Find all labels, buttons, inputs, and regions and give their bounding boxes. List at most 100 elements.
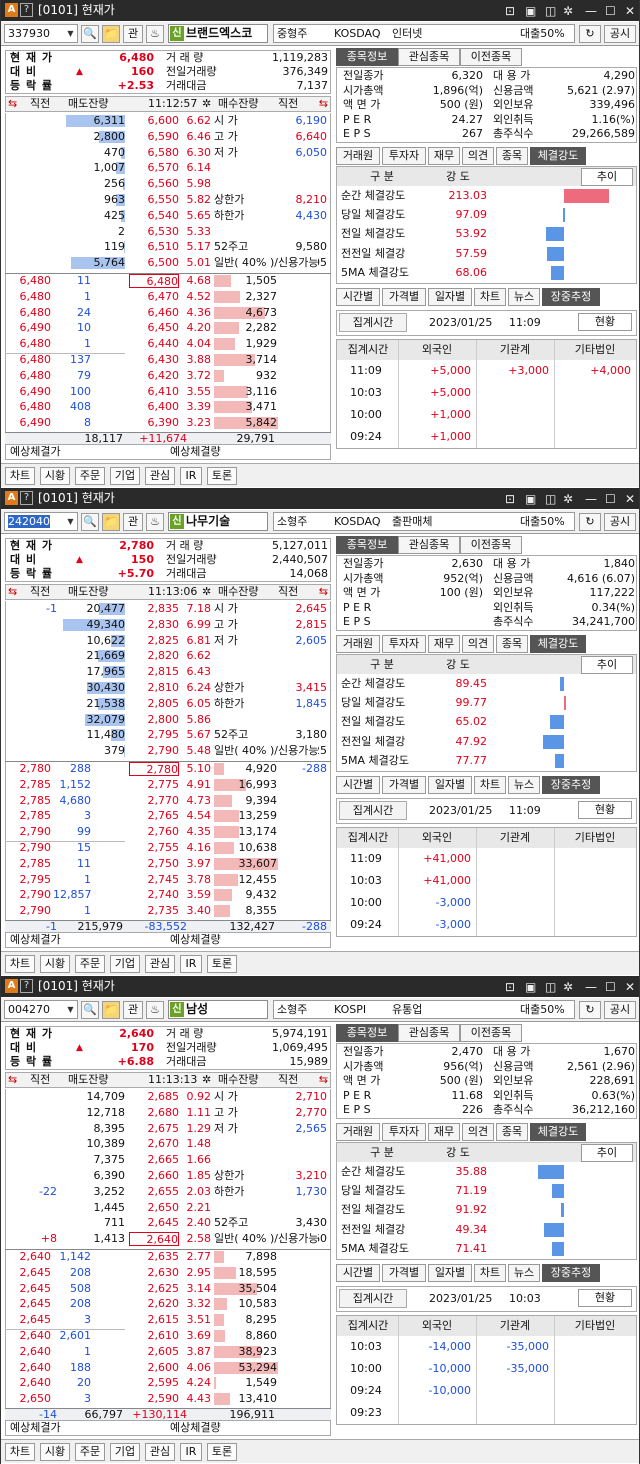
tab2-3[interactable]: 의견 — [462, 1123, 494, 1141]
tab-2[interactable]: 이전종목 — [460, 48, 522, 66]
bid-price[interactable]: 6,470 — [129, 290, 180, 304]
maximize-icon[interactable]: ☐ — [605, 977, 616, 998]
bid-price[interactable]: 2,600 — [129, 1361, 180, 1375]
bid-price[interactable]: 6,460 — [129, 306, 180, 320]
ask-price[interactable]: 6,600 — [129, 114, 180, 128]
toggle-arrow-icon[interactable]: ⇆ — [319, 97, 328, 111]
bid-price[interactable]: 2,775 — [129, 778, 180, 792]
bottom-button-4[interactable]: 관심 — [145, 955, 175, 973]
minimize-icon[interactable]: — — [585, 489, 597, 510]
bottom-button-4[interactable]: 관심 — [145, 1443, 175, 1461]
toggle-arrow-icon[interactable]: ⇆ — [8, 1073, 17, 1087]
bottom-button-0[interactable]: 차트 — [5, 1443, 35, 1461]
trend-button[interactable]: 추이 — [581, 1144, 633, 1162]
tab2-2[interactable]: 재무 — [428, 1123, 460, 1141]
tab2-4[interactable]: 종목 — [496, 147, 528, 165]
tab-1[interactable]: 관심종목 — [398, 536, 460, 554]
ask-price[interactable]: 2,660 — [129, 1169, 180, 1183]
tab2-3[interactable]: 의견 — [462, 635, 494, 653]
ask-price[interactable]: 2,795 — [129, 728, 180, 742]
ask-price[interactable]: 6,530 — [129, 225, 180, 239]
folder-icon[interactable]: 📁 — [102, 1001, 120, 1019]
bid-price[interactable]: 6,430 — [129, 353, 180, 367]
ask-price[interactable]: 2,820 — [129, 649, 180, 663]
ask-price[interactable]: 2,670 — [129, 1137, 180, 1151]
ranking-icon[interactable]: ♨ — [146, 1001, 164, 1019]
ask-price[interactable]: 6,500 — [129, 256, 180, 270]
help-icon[interactable]: ? — [20, 979, 33, 993]
ranking-icon[interactable]: ♨ — [146, 513, 164, 531]
ask-price[interactable]: 2,655 — [129, 1185, 180, 1199]
link-icon[interactable]: ⊡ — [505, 1, 515, 22]
status-button[interactable]: 현황 — [578, 801, 632, 819]
tab3-2[interactable]: 일자별 — [428, 288, 472, 306]
bottom-button-2[interactable]: 주문 — [75, 955, 105, 973]
minimize-icon[interactable]: — — [585, 1, 597, 22]
close-icon[interactable]: ✕ — [625, 489, 635, 510]
gear-icon[interactable]: ✲ — [202, 97, 211, 111]
toggle-arrow-icon[interactable]: ⇆ — [8, 585, 17, 599]
bottom-button-1[interactable]: 시황 — [40, 1443, 70, 1461]
bid-price[interactable]: 6,400 — [129, 400, 180, 414]
tab-0[interactable]: 종목정보 — [336, 48, 398, 66]
bottom-button-0[interactable]: 차트 — [5, 467, 35, 485]
bottom-button-5[interactable]: IR — [180, 467, 202, 485]
minimize-icon[interactable]: — — [585, 977, 597, 998]
tab3-5[interactable]: 장중추정 — [542, 288, 600, 306]
bid-price[interactable]: 2,780 — [129, 762, 179, 776]
tab2-0[interactable]: 거래원 — [336, 1123, 380, 1141]
tab3-0[interactable]: 시간별 — [336, 1264, 380, 1282]
maximize-icon[interactable]: ☐ — [605, 1, 616, 22]
tab3-5[interactable]: 장중추정 — [542, 1264, 600, 1282]
trend-button[interactable]: 추이 — [581, 168, 633, 186]
ask-price[interactable]: 6,590 — [129, 130, 180, 144]
tab2-0[interactable]: 거래원 — [336, 147, 380, 165]
gear-icon[interactable]: ✲ — [202, 1073, 211, 1087]
bid-price[interactable]: 2,755 — [129, 841, 180, 855]
tab2-1[interactable]: 투자자 — [382, 1123, 426, 1141]
bottom-button-6[interactable]: 토론 — [207, 955, 237, 973]
bottom-button-3[interactable]: 기업 — [110, 955, 140, 973]
ask-price[interactable]: 6,580 — [129, 146, 180, 160]
status-button[interactable]: 현황 — [578, 313, 632, 331]
bottom-button-2[interactable]: 주문 — [75, 467, 105, 485]
tab-2[interactable]: 이전종목 — [460, 536, 522, 554]
tab3-3[interactable]: 차트 — [474, 288, 506, 306]
toggle-arrow-icon[interactable]: ⇆ — [8, 97, 17, 111]
tab3-5[interactable]: 장중추정 — [542, 776, 600, 794]
interest-button[interactable]: 관 — [123, 1001, 143, 1019]
tab2-5[interactable]: 체결강도 — [530, 1123, 586, 1141]
ask-price[interactable]: 2,640 — [129, 1232, 179, 1247]
bid-price[interactable]: 6,390 — [129, 416, 180, 430]
bid-price[interactable]: 2,625 — [129, 1282, 180, 1296]
bottom-button-1[interactable]: 시황 — [40, 467, 70, 485]
bottom-button-3[interactable]: 기업 — [110, 1443, 140, 1461]
ask-price[interactable]: 2,800 — [129, 713, 180, 727]
status-button[interactable]: 현황 — [578, 1289, 632, 1307]
disclosure-button[interactable]: 공시 — [604, 25, 636, 43]
refresh-icon[interactable]: ↻ — [579, 1001, 601, 1019]
refresh-icon[interactable]: ↻ — [579, 513, 601, 531]
bottom-button-2[interactable]: 주문 — [75, 1443, 105, 1461]
search-icon[interactable]: 🔍 — [81, 513, 99, 531]
tab2-5[interactable]: 체결강도 — [530, 147, 586, 165]
chevron-down-icon[interactable]: ▼ — [64, 513, 77, 530]
ask-price[interactable]: 2,805 — [129, 697, 180, 711]
tab3-2[interactable]: 일자별 — [428, 1264, 472, 1282]
bottom-button-6[interactable]: 토론 — [207, 1443, 237, 1461]
bottom-button-1[interactable]: 시황 — [40, 955, 70, 973]
ask-price[interactable]: 2,665 — [129, 1153, 180, 1167]
ask-price[interactable]: 2,650 — [129, 1201, 180, 1215]
bid-price[interactable]: 2,745 — [129, 873, 180, 887]
close-icon[interactable]: ✕ — [625, 1, 635, 22]
tab3-0[interactable]: 시간별 — [336, 776, 380, 794]
bid-price[interactable]: 6,410 — [129, 385, 180, 399]
copy-icon[interactable]: ▣ — [525, 977, 536, 998]
tab2-1[interactable]: 투자자 — [382, 635, 426, 653]
ask-price[interactable]: 2,815 — [129, 665, 180, 679]
tab3-3[interactable]: 차트 — [474, 776, 506, 794]
search-icon[interactable]: 🔍 — [81, 1001, 99, 1019]
ask-price[interactable]: 2,645 — [129, 1216, 180, 1230]
bid-price[interactable]: 2,590 — [129, 1392, 180, 1406]
bid-price[interactable]: 2,735 — [129, 904, 180, 918]
